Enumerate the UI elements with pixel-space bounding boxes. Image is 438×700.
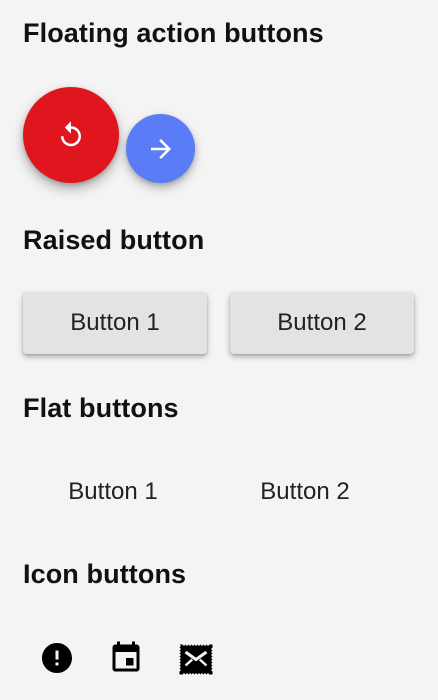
raised-button-2[interactable]: Button 2 xyxy=(230,292,414,354)
floating-action-buttons-heading: Floating action buttons xyxy=(23,18,324,48)
stamp-mail-icon xyxy=(176,640,216,681)
raised-button-heading: Raised button xyxy=(23,225,205,255)
flat-button-1[interactable]: Button 1 xyxy=(21,462,205,522)
replay-fab-button[interactable] xyxy=(23,87,119,183)
icon-buttons-heading: Icon buttons xyxy=(23,559,187,589)
alert-circle-icon xyxy=(39,640,75,681)
alert-icon-button[interactable] xyxy=(37,640,77,680)
stamp-icon-button[interactable] xyxy=(176,640,216,680)
calendar-today-icon xyxy=(108,640,144,681)
calendar-icon-button[interactable] xyxy=(106,640,146,680)
arrow-forward-icon xyxy=(146,134,176,164)
raised-button-1[interactable]: Button 1 xyxy=(23,292,207,354)
flat-buttons-heading: Flat buttons xyxy=(23,393,179,423)
replay-icon xyxy=(56,120,86,150)
arrow-forward-fab-button[interactable] xyxy=(126,114,195,183)
flat-button-2[interactable]: Button 2 xyxy=(213,462,397,522)
